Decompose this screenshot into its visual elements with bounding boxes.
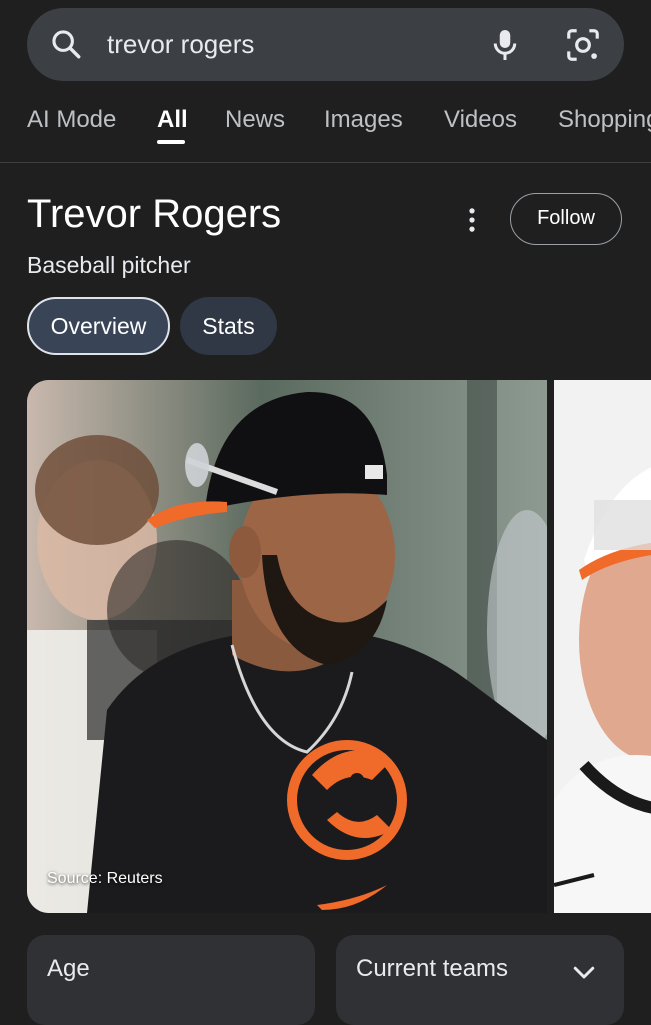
chip-stats[interactable]: Stats bbox=[180, 297, 277, 355]
player-photo-main[interactable] bbox=[27, 380, 547, 913]
current-teams-card[interactable]: Current teams bbox=[336, 935, 624, 1025]
entity-subtitle: Baseball pitcher bbox=[27, 252, 191, 278]
image-source-caption: Source: Reuters bbox=[47, 870, 163, 887]
search-input[interactable]: trevor rogers bbox=[107, 8, 254, 81]
search-icon bbox=[52, 30, 81, 59]
chevron-down-icon[interactable] bbox=[569, 957, 599, 987]
tab-shopping[interactable]: Shopping bbox=[558, 106, 651, 134]
player-photo-illustration bbox=[27, 380, 547, 913]
mic-icon[interactable] bbox=[487, 26, 523, 64]
more-vert-icon[interactable] bbox=[458, 204, 486, 236]
tab-videos[interactable]: Videos bbox=[444, 106, 517, 134]
search-tabs: AI Mode All News Images Videos Shopping bbox=[0, 82, 651, 163]
player-photo-secondary[interactable] bbox=[554, 380, 651, 913]
age-card-label: Age bbox=[47, 955, 90, 982]
entity-title: Trevor Rogers bbox=[27, 192, 282, 236]
search-bar[interactable]: trevor rogers bbox=[27, 8, 624, 81]
follow-button[interactable]: Follow bbox=[510, 193, 622, 245]
chip-overview[interactable]: Overview bbox=[27, 297, 170, 355]
tab-ai-mode[interactable]: AI Mode bbox=[27, 106, 116, 134]
player-photo-secondary-illustration bbox=[554, 380, 651, 913]
tab-news[interactable]: News bbox=[225, 106, 285, 134]
tab-images[interactable]: Images bbox=[324, 106, 403, 134]
active-tab-indicator bbox=[157, 140, 185, 144]
current-teams-card-label: Current teams bbox=[356, 955, 509, 982]
lens-icon[interactable] bbox=[564, 26, 602, 64]
tab-all[interactable]: All bbox=[157, 106, 188, 134]
age-card[interactable]: Age bbox=[27, 935, 315, 1025]
